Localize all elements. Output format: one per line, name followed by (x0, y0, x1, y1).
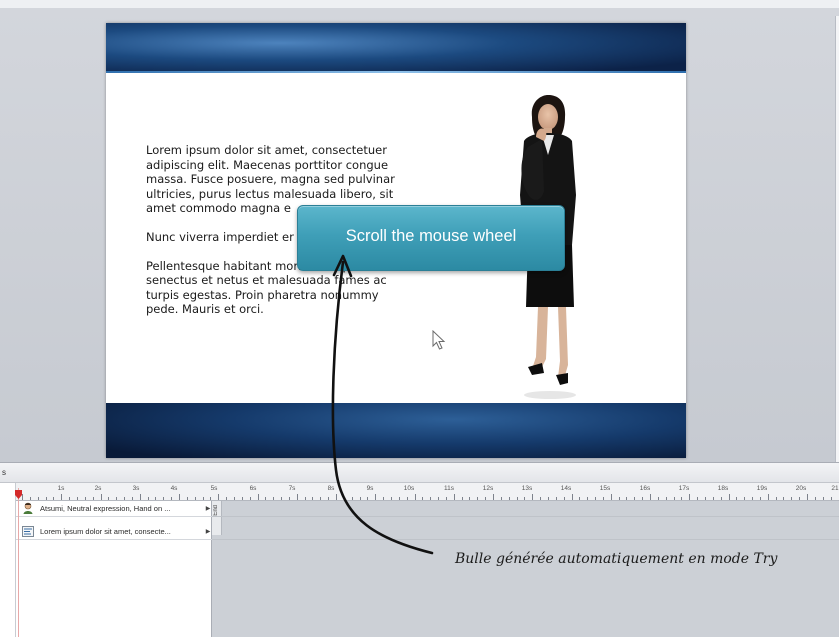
ruler-label: 10s (403, 485, 415, 492)
ruler-label: 8s (327, 485, 335, 492)
text-caption-icon (22, 525, 34, 537)
slide-footer-band (106, 403, 686, 458)
ruler-label: 12s (482, 485, 494, 492)
vertical-scrollbar[interactable] (835, 16, 839, 470)
ruler-label: 16s (639, 485, 651, 492)
track-label-text: Lorem ipsum dolor sit amet, consecte... (40, 526, 171, 536)
mouse-pointer-icon (432, 330, 446, 350)
ruler-label: 18s (717, 485, 729, 492)
track-label-text: Atsumi, Neutral expression, Hand on ... (40, 503, 171, 513)
annotation-text: Bulle générée automatiquement en mode Tr… (455, 551, 778, 567)
timeline-track-caption[interactable]: Lorem ipsum dolor sit amet, consecte... … (16, 523, 212, 540)
ruler-label: 5s (210, 485, 218, 492)
timeline-header: s (0, 463, 839, 483)
timeline-track-row[interactable] (212, 523, 839, 540)
timeline-ruler[interactable]: 1s 2s 3s 4s 5s 6s 7s 8s 9s 10s 11s 12s 1… (16, 483, 839, 501)
ruler-label: 20s (795, 485, 807, 492)
timeline-track-row[interactable] (212, 500, 839, 517)
ruler-label: 4s (170, 485, 178, 492)
ruler-label: 14s (560, 485, 572, 492)
ruler-label: 15s (599, 485, 611, 492)
ruler-label: 1s (57, 485, 65, 492)
ruler-label: 19s (756, 485, 768, 492)
ruler-label: 2s (94, 485, 102, 492)
timeline-playhead-line (18, 488, 19, 637)
ruler-label: 7s (288, 485, 296, 492)
ruler-label: 6s (249, 485, 257, 492)
track-expand-icon[interactable]: ▶ (204, 528, 212, 535)
ruler-label: 17s (678, 485, 690, 492)
ruler-label: 11s (444, 485, 454, 492)
callout-bubble[interactable]: Scroll the mouse wheel (297, 205, 565, 271)
ruler-label: 3s (132, 485, 140, 492)
ruler-label: 9s (366, 485, 374, 492)
slide-header-band (106, 23, 686, 73)
character-icon (22, 502, 34, 514)
timeline-header-label: s (2, 468, 6, 477)
timeline-left-margin (0, 483, 16, 637)
ruler-label: 21 (831, 485, 839, 492)
playhead-handle-icon[interactable] (15, 490, 22, 499)
timeline-track-character[interactable]: Atsumi, Neutral expression, Hand on ... … (16, 500, 212, 517)
callout-text: Scroll the mouse wheel (345, 226, 517, 245)
ruler-label: 13s (521, 485, 533, 492)
track-expand-icon[interactable]: ▶ (204, 505, 212, 512)
